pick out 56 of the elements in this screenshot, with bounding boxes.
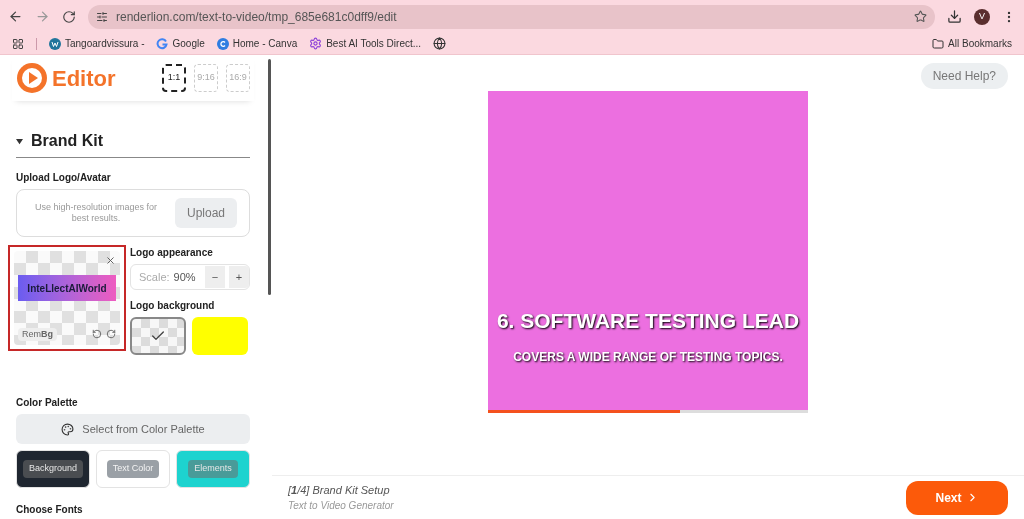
swatch-label: Elements xyxy=(188,460,238,478)
scrollbar-thumb[interactable] xyxy=(267,59,271,295)
editor-title: Editor xyxy=(52,64,116,93)
select-palette-button[interactable]: Select from Color Palette xyxy=(16,414,250,444)
logo-appearance-label: Logo appearance xyxy=(130,246,214,260)
profile-avatar[interactable]: V xyxy=(974,8,990,25)
rotate-right-icon[interactable] xyxy=(106,329,116,340)
scale-value: 90% xyxy=(173,269,196,285)
aspect-ratio-button[interactable]: 1:1 xyxy=(162,64,186,92)
swatch-label: Background xyxy=(22,460,83,478)
swatch-label: Text Color xyxy=(106,460,160,478)
scale-label: Scale: xyxy=(139,269,170,285)
bookmark-link[interactable]: Home - Canva xyxy=(216,36,298,51)
logo-background-label: Logo background xyxy=(130,299,216,313)
decrease-button[interactable]: − xyxy=(205,266,225,288)
palette-icon xyxy=(61,422,75,436)
bookmark-link[interactable]: Google xyxy=(156,36,205,51)
transparent-background-option[interactable] xyxy=(130,317,186,355)
step-title: [1/4] Brand Kit Setup xyxy=(288,482,391,498)
address-bar[interactable]: renderlion.com/text-to-video/tmp_685e681c0dff9/edit xyxy=(88,4,935,29)
bookmark-link[interactable]: Best AI Tools Direct... xyxy=(309,36,422,51)
site-settings-icon xyxy=(96,10,108,23)
color-palette-label: Color Palette xyxy=(16,396,79,410)
folder-icon xyxy=(932,37,945,50)
wordpress-logo-icon xyxy=(49,37,61,50)
play-logo-icon xyxy=(16,62,48,94)
all-bookmarks-link[interactable]: All Bookmarks xyxy=(932,36,1012,51)
increase-button[interactable]: + xyxy=(229,266,249,288)
back-icon[interactable] xyxy=(8,9,23,24)
bookmark-link[interactable] xyxy=(433,37,447,50)
remove-background-button[interactable]: RemBg xyxy=(18,327,57,341)
palette-swatch[interactable]: Background xyxy=(16,450,90,488)
close-icon[interactable] xyxy=(105,255,116,266)
canva-logo-icon xyxy=(216,37,229,50)
reload-icon[interactable] xyxy=(62,9,76,24)
rotate-left-icon[interactable] xyxy=(92,329,102,340)
url-text: renderlion.com/text-to-video/tmp_685e681c0dff9/edit xyxy=(116,8,397,26)
upload-label: Upload Logo/Avatar xyxy=(16,171,112,185)
caption-title: 6. SOFTWARE TESTING LEAD xyxy=(496,307,800,334)
step-subtitle: Text to Video Generator xyxy=(288,499,394,514)
caret-icon[interactable] xyxy=(16,137,23,145)
google-logo-icon xyxy=(156,37,169,50)
color-background-option[interactable] xyxy=(192,317,248,355)
globe-icon xyxy=(433,37,447,50)
brand-kit-heading: Brand Kit xyxy=(31,131,103,151)
choose-fonts-label: Choose Fonts xyxy=(16,503,84,517)
gear-icon xyxy=(309,37,323,50)
upload-button[interactable]: Upload xyxy=(174,198,237,228)
logo-image: InteLlectAIWorld xyxy=(18,275,116,301)
download-icon[interactable] xyxy=(947,9,962,24)
star-icon[interactable] xyxy=(914,10,927,23)
help-button[interactable]: Need Help? xyxy=(920,63,1008,89)
apps-icon[interactable] xyxy=(12,37,24,50)
bookmark-link[interactable]: Tangoardvissura - xyxy=(49,36,145,51)
upload-hint: Use high-resolution images for best results. xyxy=(33,201,158,225)
caption-text: COVERS A WIDE RANGE OF TESTING TOPICS. xyxy=(513,349,783,366)
